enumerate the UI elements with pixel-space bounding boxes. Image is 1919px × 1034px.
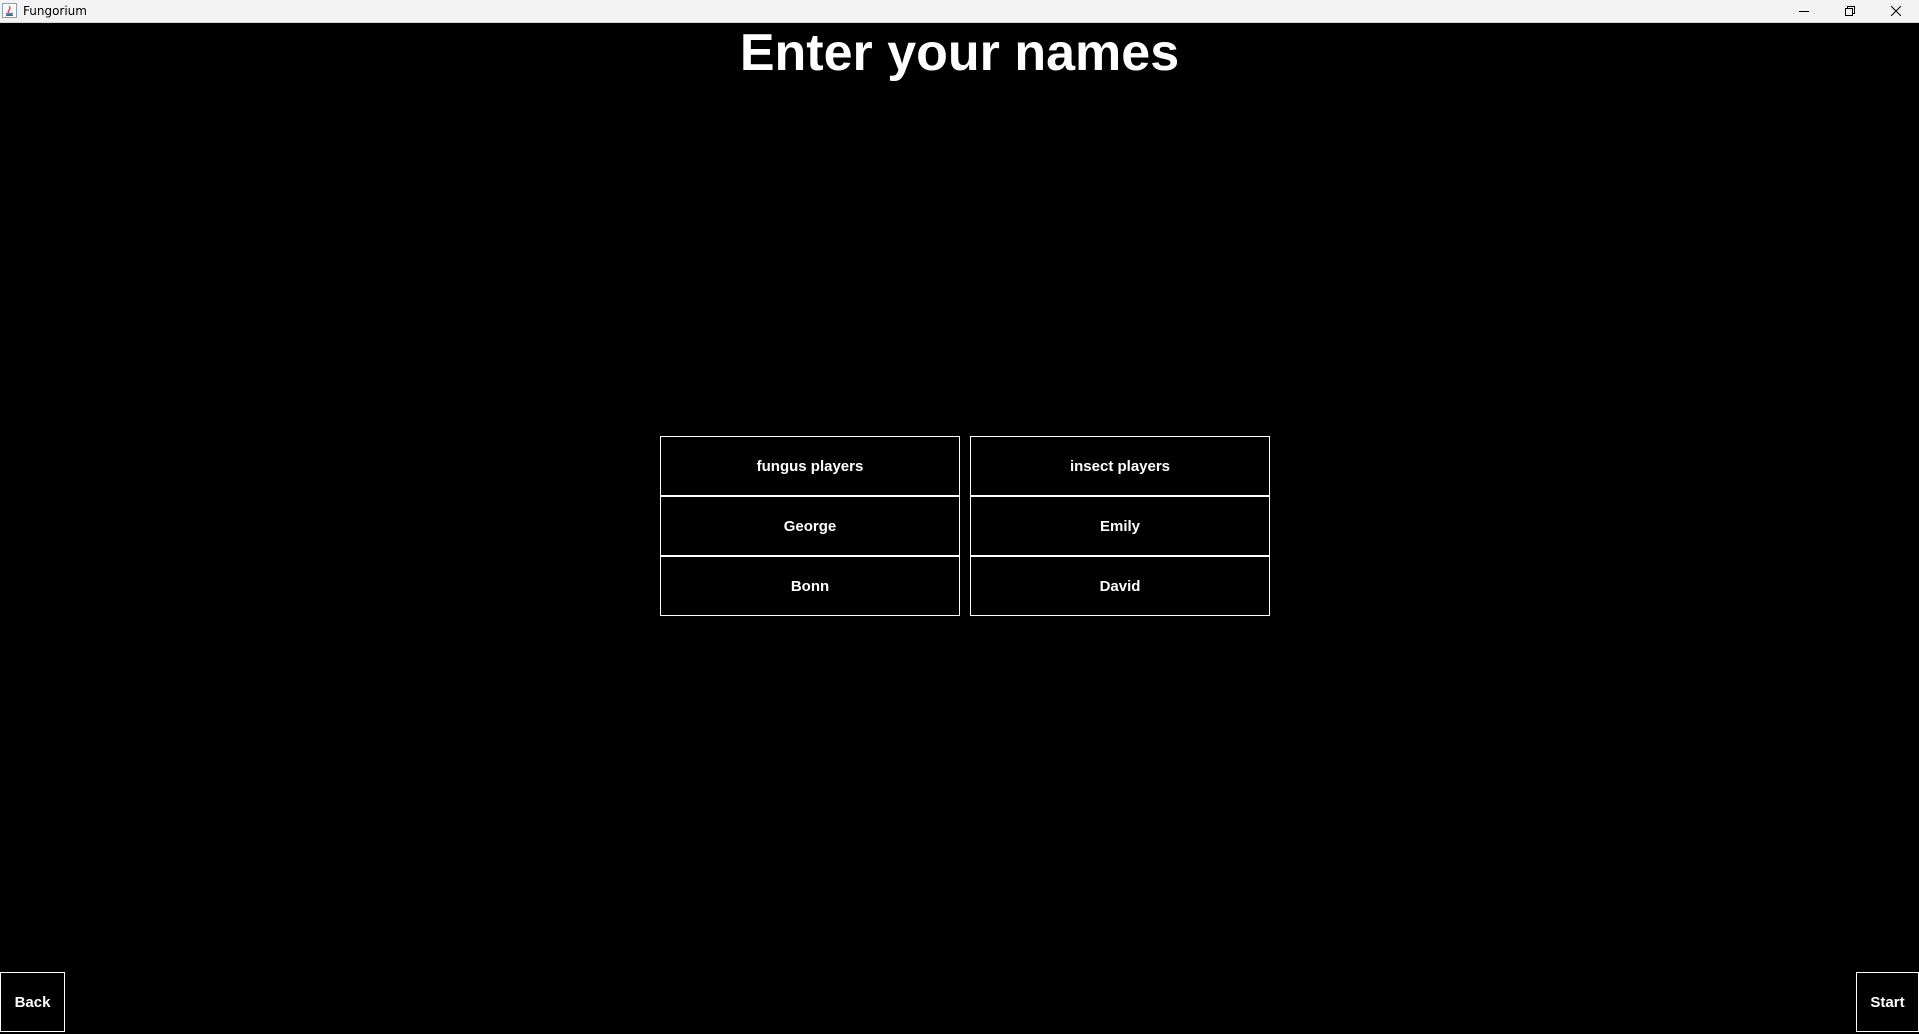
insect-player-name-input[interactable] (970, 556, 1270, 616)
fungus-player-name-input[interactable] (660, 496, 960, 556)
insect-player-name-input[interactable] (970, 496, 1270, 556)
back-button[interactable]: Back (0, 972, 65, 1032)
fungus-player-name-input[interactable] (660, 556, 960, 616)
close-icon (1891, 6, 1901, 16)
restore-button[interactable] (1827, 0, 1873, 22)
fungus-players-header: fungus players (660, 436, 960, 496)
insect-players-header: insect players (970, 436, 1270, 496)
game-screen: Enter your names fungus players insect p… (0, 23, 1919, 1034)
window-titlebar: Fungorium (0, 0, 1919, 23)
restore-icon (1845, 6, 1855, 16)
close-button[interactable] (1873, 0, 1919, 22)
start-button[interactable]: Start (1856, 972, 1919, 1032)
window-title: Fungorium (23, 4, 87, 18)
players-table: fungus players insect players (660, 436, 1271, 617)
page-title: Enter your names (739, 24, 1180, 82)
java-app-icon (2, 3, 17, 18)
minimize-icon (1799, 11, 1809, 12)
minimize-button[interactable] (1781, 0, 1827, 22)
